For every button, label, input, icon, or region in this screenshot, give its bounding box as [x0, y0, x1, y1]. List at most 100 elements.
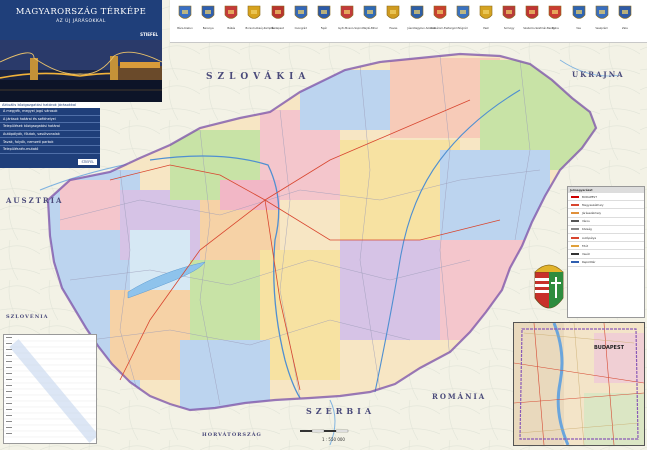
legend-swatch — [571, 195, 579, 198]
legend-item: BUDAPEST — [568, 193, 644, 202]
crest-caption: Szabolcs-Szatmár-Bereg — [523, 27, 555, 30]
info-item: Települések közigazgatási határai — [0, 123, 100, 131]
county-crest: Szabolcs-Szatmár-Bereg — [523, 5, 555, 30]
legend-label: Vasút — [582, 251, 590, 256]
county-crest: Somogy — [500, 5, 518, 30]
county-crest: Hajdú-Bihar — [361, 5, 379, 30]
crest-shield-icon — [525, 5, 539, 19]
country-label-croatia: HORVÁTORSZÁG — [202, 432, 262, 438]
crest-caption: Pest — [483, 27, 489, 30]
hungary-coat-of-arms — [534, 264, 564, 309]
crest-shield-icon — [363, 5, 377, 19]
legend-label: Község — [582, 227, 592, 232]
country-label-slovenia: SZLOVÉNIA — [6, 314, 49, 320]
crest-caption: Csongrád — [294, 27, 307, 30]
crest-shield-icon — [248, 5, 261, 19]
legend-swatch — [571, 244, 579, 247]
crest-shield-icon — [340, 5, 354, 19]
map-title-block: MAGYARORSZÁG TÉRKÉPE AZ ÚJ JÁRÁSOKKAL ST… — [0, 0, 162, 40]
scale-bar — [300, 429, 349, 433]
legend-item: Község — [568, 226, 644, 234]
legend-label: Főút — [582, 243, 589, 248]
legend-swatch — [571, 203, 579, 206]
legend-label: Járásszékhely — [582, 210, 602, 215]
county-crest: Komárom-Esztergom — [430, 5, 458, 30]
crest-caption: Hajdú-Bihar — [362, 27, 378, 30]
crest-caption: Zala — [622, 27, 628, 30]
crest-shield-icon — [294, 5, 308, 19]
crest-caption: Borsod-Abaúj-Zemplén — [245, 27, 276, 30]
legend-swatch — [571, 211, 579, 214]
map-title: MAGYARORSZÁG TÉRKÉPE — [15, 7, 147, 17]
map-stage: { "header": { "title": "MAGYARORSZÁG TÉR… — [0, 0, 647, 450]
country-label-romania: ROMÁNIA — [432, 392, 487, 401]
country-label-ukraine: UKRAJNA — [572, 70, 625, 79]
crest-shield-icon — [224, 5, 238, 19]
legend-swatch — [571, 252, 579, 255]
crest-caption: Heves — [389, 27, 398, 30]
crest-shield-icon — [595, 5, 608, 19]
legend-item: Repülőtér — [568, 259, 644, 267]
crest-caption: Komárom-Esztergom — [430, 27, 458, 30]
crest-shield-icon — [479, 5, 493, 19]
info-item: A járások határai és székhelyei — [0, 116, 100, 124]
county-crest: Bács-Kiskun — [176, 5, 194, 30]
crest-caption: Vas — [576, 27, 581, 30]
legend-swatch — [571, 228, 579, 231]
legend-item: Város — [568, 218, 644, 226]
legend-item: Főút — [568, 242, 644, 251]
crest-shield-icon — [572, 5, 585, 19]
chain-bridge-photo — [0, 40, 162, 102]
info-item: Tavak, folyók, nemzeti parkok — [0, 138, 100, 146]
crest-caption: Bács-Kiskun — [177, 27, 193, 30]
legend-label: Város — [582, 219, 590, 224]
inset-title: BUDAPEST — [594, 345, 624, 351]
county-crest: Vas — [570, 5, 588, 30]
county-crest: Békés — [222, 5, 240, 30]
crest-caption: Baranya — [202, 27, 214, 30]
crest-shield-icon — [178, 5, 192, 19]
crest-shield-icon — [456, 5, 470, 19]
info-panel: Aktuális közigazgatási határok járásokka… — [0, 102, 100, 168]
country-label-slovakia: SZLOVÁKIA — [206, 72, 311, 82]
legend-label: Autópálya — [582, 235, 597, 240]
crest-shield-icon — [410, 5, 423, 19]
county-crests-strip: Bács-Kiskun Baranya Békés Borsod-Abaúj-Zemp… — [170, 0, 647, 43]
budapest-inset-map: BUDAPEST — [513, 322, 645, 446]
county-crest: Pest — [477, 5, 495, 30]
county-crest: Jász-Nagykun-Szolnok — [407, 5, 436, 30]
info-item: Településnév-mutató — [0, 146, 100, 154]
crest-caption: Nógrád — [458, 27, 468, 30]
legend-swatch — [571, 261, 579, 264]
map-legend: Jelmagyarázat BUDAPEST Megyeszékhely Járás… — [567, 186, 645, 318]
crest-shield-icon — [271, 5, 284, 19]
info-item: A megyék, megyei jogú városok — [0, 108, 100, 116]
county-crest: Veszprém — [593, 5, 611, 30]
crest-shield-icon — [549, 5, 562, 19]
publisher-logo: STIEFEL — [140, 32, 158, 37]
legend-item: Megyeszékhely — [568, 201, 644, 210]
crest-caption: Békés — [227, 27, 236, 30]
legend-label: Repülőtér — [582, 260, 596, 265]
county-crest: Heves — [384, 5, 402, 30]
county-crest: Győr-Moson-Sopron — [338, 5, 364, 30]
crest-caption: Budapest — [271, 27, 284, 30]
county-crest: Borsod-Abaúj-Zemplén — [245, 5, 276, 30]
publisher-badge: STIEFEL — [78, 159, 97, 165]
crest-shield-icon — [618, 5, 632, 19]
map-subtitle: AZ ÚJ JÁRÁSOKKAL — [56, 19, 106, 24]
crest-caption: Veszprém — [595, 27, 609, 30]
crest-shield-icon — [387, 5, 400, 19]
legend-item: Vasút — [568, 250, 644, 259]
crest-shield-icon — [502, 5, 516, 19]
settlement-index-table — [3, 334, 99, 444]
legend-swatch — [571, 236, 579, 239]
county-crest: Fejér — [315, 5, 333, 30]
country-label-austria: AUSZTRIA — [6, 196, 64, 205]
legend-label: Megyeszékhely — [582, 202, 604, 207]
crest-caption: Tolna — [552, 27, 559, 30]
crest-caption: Somogy — [503, 27, 515, 30]
county-crest: Csongrád — [292, 5, 310, 30]
crest-caption: Győr-Moson-Sopron — [338, 27, 364, 30]
crest-caption: Jász-Nagykun-Szolnok — [407, 27, 436, 30]
